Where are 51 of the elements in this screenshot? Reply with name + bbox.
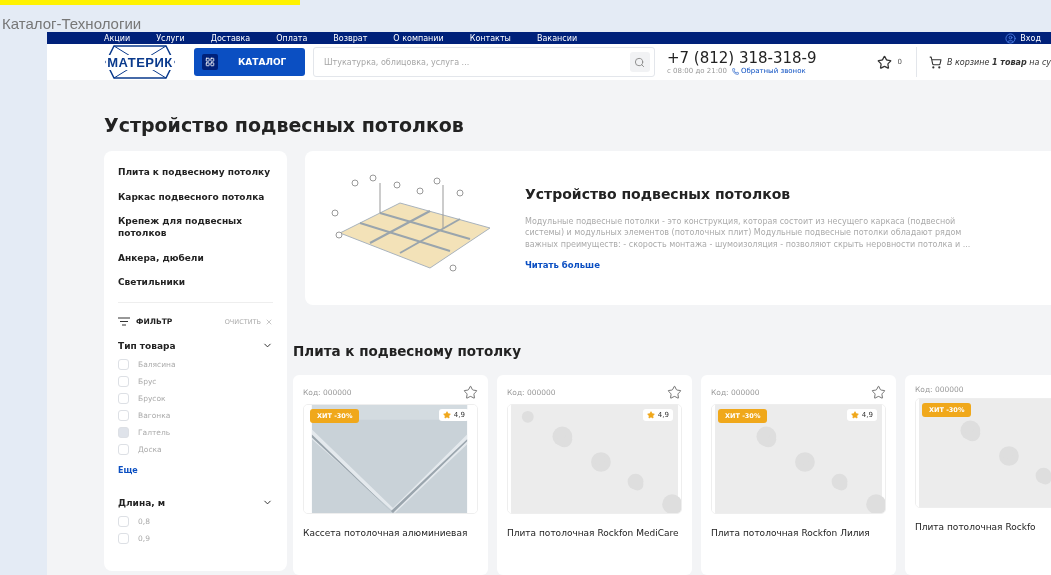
grid-icon	[205, 57, 215, 68]
logo[interactable]: МАТЕРИК	[104, 44, 176, 81]
more-link[interactable]: Еще	[118, 466, 273, 476]
category-link[interactable]: Светильники	[118, 277, 273, 290]
category-link[interactable]: Плита к подвесному потолку	[118, 167, 273, 179]
nav-link[interactable]: Контакты	[469, 33, 511, 43]
section-title: Плита к подвесному потолку	[293, 343, 523, 359]
filter-group-header[interactable]: Длина, м	[118, 497, 273, 509]
checkbox[interactable]	[118, 516, 129, 528]
category-link[interactable]: Каркас подвесного потолка	[118, 191, 273, 204]
checkbox[interactable]	[118, 410, 129, 422]
filter-group-header[interactable]: Тип товара	[118, 340, 273, 352]
nav-link[interactable]: Услуги	[156, 33, 185, 43]
product-name[interactable]: Плита потолочная Rockfon MediCare	[507, 528, 682, 538]
read-more-link[interactable]: Читать больше	[525, 259, 995, 270]
phone-number: +7 (812) 318-318-9	[666, 49, 817, 68]
checkbox[interactable]	[118, 533, 129, 545]
nav-link[interactable]: Доставка	[210, 33, 251, 43]
nav-link[interactable]: Оплата	[276, 33, 308, 43]
category-link[interactable]: Анкера, дюбели	[118, 252, 273, 265]
nav-link[interactable]: Вакансии	[536, 33, 578, 43]
search-field[interactable]: Штукатурка, облицовка, услуга ...	[312, 47, 655, 78]
intro-title: Устройство подвесных потолков	[525, 186, 792, 203]
checkbox[interactable]	[118, 393, 129, 405]
favorite-icon[interactable]	[871, 385, 886, 400]
user-icon	[1005, 32, 1017, 44]
product-name[interactable]: Плита потолочная Rockfo	[915, 522, 1051, 532]
login-link[interactable]: Вход	[1005, 32, 1041, 44]
favorite-icon[interactable]	[463, 385, 478, 400]
product-name[interactable]: Плита потолочная Rockfon Лилия	[711, 528, 886, 538]
checkbox[interactable]	[118, 444, 129, 456]
nav-link[interactable]: О компании	[393, 33, 444, 43]
search-icon[interactable]	[629, 52, 650, 73]
intro-text: Модульные подвесные потолки - это конструкция, которая состоит из несущего каркаса (подвесной системы) и модульных элементов (потолочных плит) Модульные подвесные потолки обладают рядом важных преимуществ: - скорость монтажа - шумоизоляция - позволяют скрыть неровности потолка и ...	[525, 216, 972, 250]
product-name[interactable]: Кассета потолочная алюминиевая	[303, 528, 478, 538]
nav-link[interactable]: Возврат	[333, 33, 368, 43]
cart-icon	[929, 55, 942, 69]
close-icon	[265, 317, 273, 326]
favorite-icon[interactable]	[667, 385, 682, 400]
checkbox[interactable]	[118, 427, 129, 439]
catalog-button[interactable]: КАТАЛОГ	[194, 48, 305, 77]
cart-link[interactable]: В корзине 1 товар на су	[929, 55, 1051, 69]
nav-link[interactable]: Акции	[104, 33, 131, 43]
phone-icon	[731, 67, 739, 75]
category-link[interactable]: Крепеж для подвесных потолков	[118, 216, 273, 240]
checkbox[interactable]	[118, 376, 129, 388]
filter-icon	[118, 317, 130, 327]
page-title: Каталог-Технологии	[1, 14, 143, 32]
checkbox[interactable]	[118, 359, 129, 371]
page-heading: Устройство подвесных потолков	[104, 114, 465, 139]
favorites-icon[interactable]	[876, 54, 892, 70]
